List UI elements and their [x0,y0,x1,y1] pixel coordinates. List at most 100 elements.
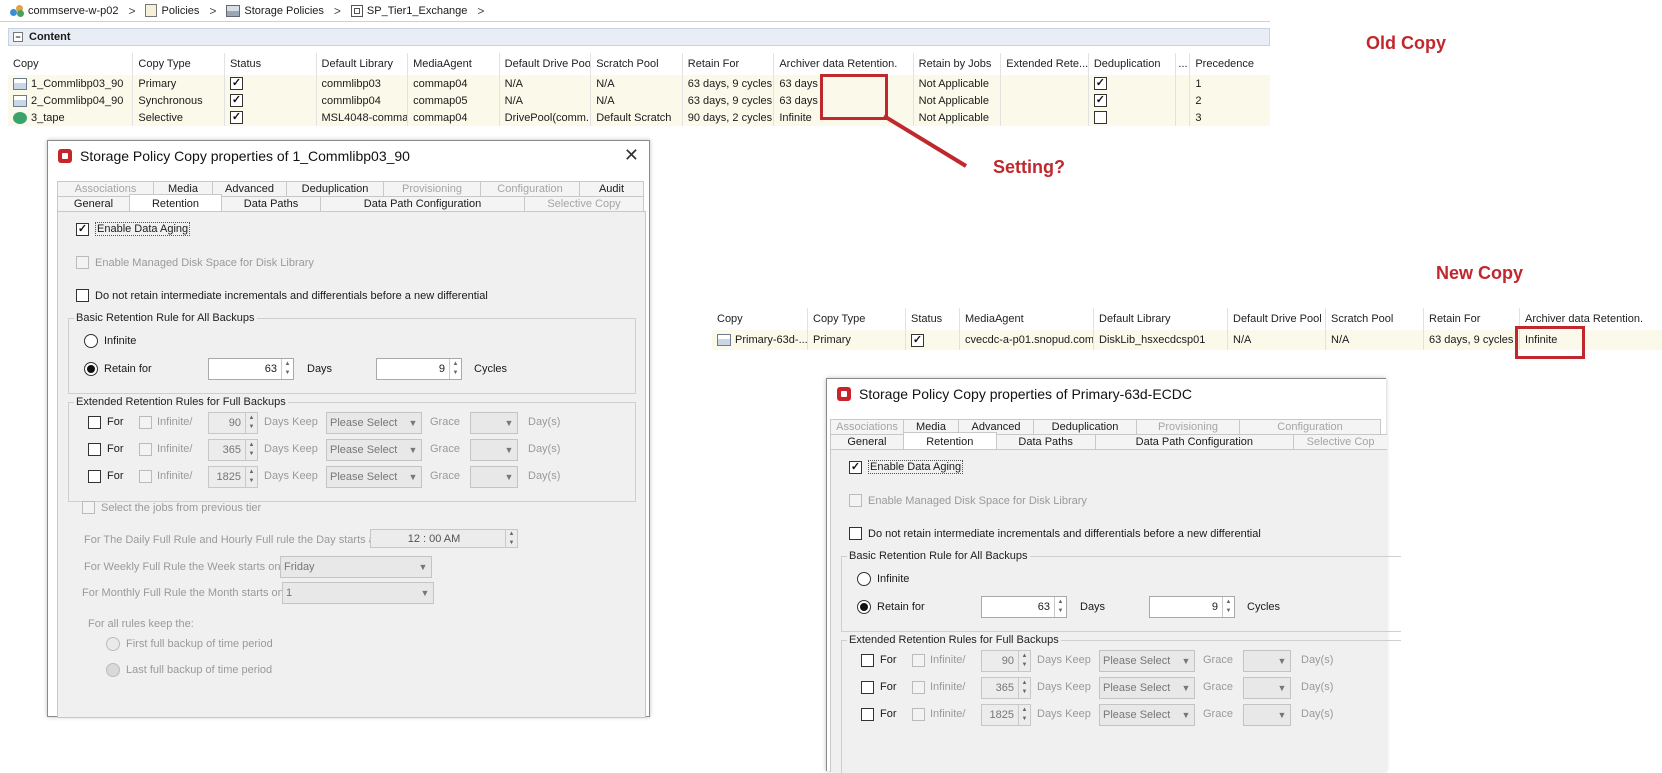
infinite-radio[interactable] [84,334,98,348]
extended-rule-checkbox[interactable] [88,470,101,483]
retain-cycles-spinner[interactable]: 9 ▲ ▼ [1149,596,1235,618]
grace-select[interactable]: ▼ [470,439,518,461]
column-header-default-library[interactable]: Default Library [1094,308,1228,330]
tab-deduplication[interactable]: Deduplication [1033,419,1137,434]
spinner-arrows-icon[interactable]: ▲ ▼ [245,413,257,433]
column-header-mediaagent[interactable]: MediaAgent [408,53,500,75]
table-row[interactable]: 1_Commlibp03_90 Primary commlibp03 comma… [8,75,1270,92]
keep-select[interactable]: Please Select ▼ [326,412,422,434]
tab-deduplication[interactable]: Deduplication [286,181,384,196]
keep-select[interactable]: Please Select ▼ [326,466,422,488]
spinner-arrows-icon[interactable]: ▲ ▼ [245,440,257,460]
keep-select[interactable]: Please Select ▼ [1099,704,1195,726]
tab-general[interactable]: General [57,196,130,211]
first-full-radio[interactable] [106,637,120,651]
close-icon[interactable]: ✕ [624,145,639,166]
column-header-status[interactable]: Status [906,308,960,330]
retain-for-option[interactable]: Retain for [857,600,925,614]
grace-select[interactable]: ▼ [470,412,518,434]
retain-cycles-spinner[interactable]: 9 ▲ ▼ [376,358,462,380]
tab-retention[interactable]: Retention [129,194,222,212]
column-header-default-drive-pool[interactable]: Default Drive Pool [1228,308,1326,330]
managed-disk-checkbox[interactable] [76,256,89,269]
column-header-scratch-pool[interactable]: Scratch Pool [1326,308,1424,330]
keep-select[interactable]: Please Select ▼ [1099,650,1195,672]
spinner-arrows-icon[interactable]: ▲ ▼ [449,359,461,379]
tab-selective-copy[interactable]: Selective Cop [1293,434,1387,449]
infinite-option[interactable]: Infinite [857,572,909,586]
retain-days-spinner[interactable]: 63 ▲ ▼ [981,596,1067,618]
column-header-default-drive-pool[interactable]: Default Drive Pool [500,53,592,75]
column-header-mediaagent[interactable]: MediaAgent [960,308,1094,330]
collapse-icon[interactable]: − [13,32,23,42]
extended-rule-checkbox[interactable] [861,654,874,667]
breadcrumb-item-policies[interactable]: Policies [145,4,199,17]
no-retain-intermediate-option[interactable]: Do not retain intermediate incrementals … [849,527,1261,540]
extended-rule-checkbox[interactable] [88,416,101,429]
tab-advanced[interactable]: Advanced [212,181,287,196]
no-retain-intermediate-option[interactable]: Do not retain intermediate incrementals … [76,289,488,302]
spinner-arrows-icon[interactable]: ▲ ▼ [1222,597,1234,617]
tab-provisioning[interactable]: Provisioning [1136,419,1240,434]
extended-infinite-checkbox[interactable] [912,708,925,721]
retain-for-option[interactable]: Retain for [84,362,152,376]
spinner-arrows-icon[interactable]: ▲ ▼ [1018,705,1030,725]
column-header-extended-retention[interactable]: Extended Rete... [1001,53,1089,75]
tab-data-paths[interactable]: Data Paths [995,434,1096,449]
status-checkbox[interactable] [229,111,243,124]
tab-provisioning[interactable]: Provisioning [383,181,481,196]
column-header-default-library[interactable]: Default Library [317,53,409,75]
monthly-start-select[interactable]: 1 ▼ [282,582,434,604]
spinner-arrows-icon[interactable]: ▲ ▼ [1018,651,1030,671]
enable-data-aging-checkbox[interactable] [76,222,89,236]
tab-configuration[interactable]: Configuration [1239,419,1381,434]
table-row[interactable]: 3_tape Selective MSL4048-comma... commap… [8,109,1270,126]
tab-data-path-configuration[interactable]: Data Path Configuration [320,196,525,211]
spinner-arrows-icon[interactable]: ▲ ▼ [1018,678,1030,698]
extended-rule-checkbox[interactable] [88,443,101,456]
weekly-start-select[interactable]: Friday ▼ [280,556,432,578]
extended-infinite-checkbox[interactable] [139,470,152,483]
no-retain-intermediate-checkbox[interactable] [76,289,89,302]
extended-rule-checkbox[interactable] [861,708,874,721]
column-header-copy-type[interactable]: Copy Type [133,53,225,75]
retain-for-radio[interactable] [857,600,871,614]
spinner-arrows-icon[interactable]: ▲ ▼ [505,530,517,547]
status-checkbox[interactable] [229,77,243,90]
dedup-checkbox[interactable] [1093,77,1107,90]
column-header-retain-for[interactable]: Retain For [1424,308,1520,330]
extended-infinite-checkbox[interactable] [912,681,925,694]
grace-select[interactable]: ▼ [1243,677,1291,699]
column-header-copy[interactable]: Copy [8,53,134,75]
tab-data-paths[interactable]: Data Paths [221,196,321,211]
dedup-checkbox[interactable] [1093,111,1107,124]
managed-disk-checkbox[interactable] [849,494,862,507]
extended-rule-checkbox[interactable] [861,681,874,694]
retain-for-radio[interactable] [84,362,98,376]
column-header-retain-by-jobs[interactable]: Retain by Jobs [914,53,1002,75]
grace-select[interactable]: ▼ [470,466,518,488]
column-header-status[interactable]: Status [225,53,317,75]
extended-infinite-checkbox[interactable] [139,416,152,429]
column-header-precedence[interactable]: Precedence [1190,53,1270,75]
extended-days-spinner[interactable]: 90 ▲ ▼ [208,412,258,434]
infinite-radio[interactable] [857,572,871,586]
tab-audit[interactable]: Audit [579,181,644,196]
column-header-copy-type[interactable]: Copy Type [808,308,906,330]
enable-data-aging-option[interactable]: Enable Data Aging [849,460,964,474]
breadcrumb-item-sp-tier1[interactable]: SP_Tier1_Exchange [350,4,467,17]
column-header-archiver-retention[interactable]: Archiver data Retention. [774,53,914,75]
enable-data-aging-checkbox[interactable] [849,460,862,474]
tab-general[interactable]: General [830,434,904,449]
dedup-checkbox[interactable] [1093,94,1107,107]
infinite-option[interactable]: Infinite [84,334,136,348]
extended-infinite-checkbox[interactable] [912,654,925,667]
tab-selective-copy[interactable]: Selective Copy [524,196,644,211]
last-full-radio[interactable] [106,663,120,677]
grace-select[interactable]: ▼ [1243,650,1291,672]
breadcrumb-item-commserve[interactable]: commserve-w-p02 [10,4,118,17]
tab-associations[interactable]: Associations [830,419,904,434]
extended-days-spinner[interactable]: 365 ▲ ▼ [981,677,1031,699]
extended-days-spinner[interactable]: 1825 ▲ ▼ [981,704,1031,726]
column-header-scratch-pool[interactable]: Scratch Pool [591,53,683,75]
